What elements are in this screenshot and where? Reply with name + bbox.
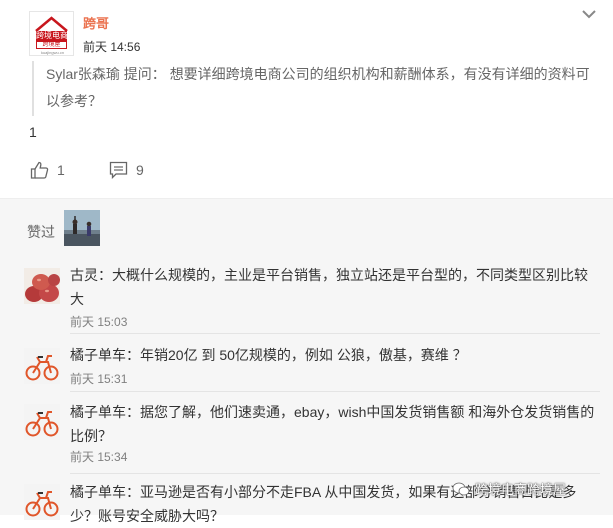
comment-user-name[interactable]: 橘子单车 <box>70 484 126 500</box>
comment-avatar[interactable] <box>24 268 60 304</box>
chevron-down-icon[interactable] <box>581 8 597 20</box>
comment-count: 9 <box>136 162 144 178</box>
comment-divider <box>70 391 600 392</box>
comment-divider <box>70 473 600 474</box>
quoted-prefix: 提问： <box>119 66 170 82</box>
comment-message: 年销20亿 到 50亿规模的，例如 公狼，傲基，赛维 ？ <box>140 347 467 363</box>
comment-timestamp: 前天 15:31 <box>70 372 128 386</box>
wechat-icon <box>452 482 470 495</box>
post-card: 跨境电商 跨境屋 kuajingwu.cn 跨哥 前天 14:56 Sylar张… <box>0 0 613 200</box>
comment-text: 古灵：大概什么规模的，主业是平台销售，独立站还是平台型的，不同类型区别比较大 <box>70 263 598 311</box>
comment-text: 橘子单车：据您了解，他们速卖通，ebay，wish中国发货销售额 和海外仓发货销… <box>70 400 598 448</box>
comment-timestamp: 前天 15:34 <box>70 450 128 464</box>
like-button[interactable]: 1 <box>30 160 65 180</box>
quoted-user-name[interactable]: Sylar张森瑜 <box>46 66 120 82</box>
comment-separator: ： <box>126 404 140 420</box>
comment-avatar[interactable] <box>24 348 60 384</box>
comment-user-name[interactable]: 古灵 <box>70 267 98 283</box>
thumbs-up-icon <box>30 161 49 179</box>
comment-user-name[interactable]: 橘子单车 <box>70 347 126 363</box>
avatar-logo-line2: 跨境屋 <box>36 41 67 49</box>
comment-icon <box>109 161 128 179</box>
likes-label: 赞过 <box>27 224 55 240</box>
avatar-logo-domain: kuajingwu.cn <box>40 50 65 55</box>
comment-user-name[interactable]: 橘子单车 <box>70 404 126 420</box>
comment-message: 大概什么规模的，主业是平台销售，独立站还是平台型的，不同类型区别比较大 <box>70 267 588 307</box>
watermark-text: 跨境电商跨境屋 <box>475 482 567 497</box>
post-content: 1 <box>29 124 37 140</box>
comment-avatar[interactable] <box>24 404 60 440</box>
avatar-logo-line1: 跨境电商 <box>36 31 67 41</box>
comment-separator: ： <box>98 267 112 283</box>
post-timestamp: 前天 14:56 <box>83 40 141 54</box>
comment-message: 据您了解，他们速卖通，ebay，wish中国发货销售额 和海外仓发货销售的 比例… <box>70 404 595 444</box>
comments-section: 古灵：大概什么规模的，主业是平台销售，独立站还是平台型的，不同类型区别比较大 前… <box>0 260 613 524</box>
comment-text: 橘子单车：年销20亿 到 50亿规模的，例如 公狼，傲基，赛维 ？ <box>70 343 598 367</box>
like-count: 1 <box>57 162 65 178</box>
comment-separator: ： <box>126 347 140 363</box>
liker-avatar[interactable] <box>64 210 100 246</box>
comment-button[interactable]: 9 <box>109 160 144 180</box>
comment-divider <box>70 333 600 334</box>
likes-section: 赞过 <box>0 199 613 260</box>
comment-separator: ： <box>126 484 140 500</box>
watermark: 跨境电商跨境屋 <box>452 479 566 498</box>
post-author-name[interactable]: 跨哥 <box>83 13 109 32</box>
house-roof-icon <box>35 16 68 32</box>
comment-timestamp: 前天 15:03 <box>70 315 128 329</box>
author-avatar[interactable]: 跨境电商 跨境屋 kuajingwu.cn <box>29 11 74 56</box>
quoted-question: Sylar张森瑜 提问： 想要详细跨境电商公司的组织机构和薪酬体系，有没有详细的… <box>32 61 600 116</box>
